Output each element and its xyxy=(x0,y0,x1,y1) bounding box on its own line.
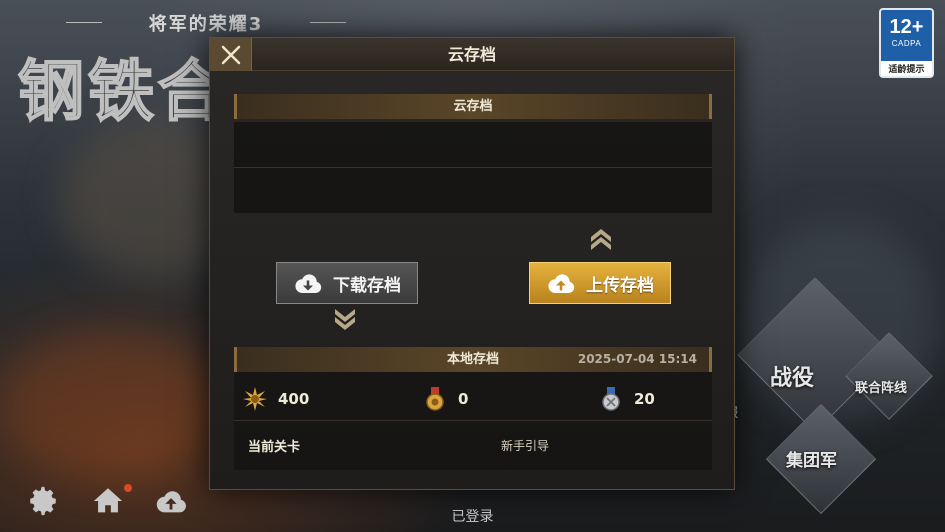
background-fire-glow xyxy=(0,330,220,480)
notification-dot xyxy=(124,484,132,492)
alliance-label: 联合阵线 xyxy=(855,381,908,396)
stats-divider xyxy=(234,420,712,421)
home-icon[interactable] xyxy=(91,484,125,518)
chevron-down-icon xyxy=(335,309,355,330)
local-save-timestamp: 2025-07-04 15:14 xyxy=(577,352,697,366)
silver-medal-icon xyxy=(602,387,620,411)
local-section-header: 本地存档 2025-07-04 15:14 xyxy=(234,347,712,372)
age-rating-org: CADPA xyxy=(891,39,922,48)
merit-stat: 400 xyxy=(242,385,309,413)
age-rating-badge[interactable]: 12+ CADPA 适龄提示 xyxy=(879,8,934,78)
campaign-label: 战役 xyxy=(770,366,815,391)
current-level-value: 新手引导 xyxy=(500,439,549,453)
silver-medal-stat: 20 xyxy=(598,385,655,413)
download-save-button[interactable]: 下载存档 xyxy=(276,262,418,304)
dialog-title: 云存档 xyxy=(210,38,734,71)
current-level-label: 当前关卡 xyxy=(248,440,301,455)
gold-medal-icon xyxy=(426,387,444,411)
cloud-slot-divider xyxy=(234,167,712,168)
cloud-section-header: 云存档 xyxy=(234,94,712,119)
cloud-download-icon xyxy=(295,274,322,294)
game-logo: 钢铁合 xyxy=(17,52,228,131)
cloud-save-slot xyxy=(234,122,712,213)
login-status: 已登录 xyxy=(451,509,494,525)
age-rating-number: 12+ xyxy=(889,16,924,38)
gold-medal-value: 0 xyxy=(458,390,469,408)
gold-medal-stat: 0 xyxy=(422,385,468,413)
upload-save-button[interactable]: 上传存档 xyxy=(529,262,671,304)
cloud-save-dialog: 云存档 云存档 下载存档 上传存档 本地存档 2025-07-04 15:14 … xyxy=(209,37,735,490)
gear-icon[interactable] xyxy=(26,484,60,518)
cloud-upload-icon[interactable] xyxy=(154,484,188,518)
merit-value: 400 xyxy=(278,390,310,408)
close-icon xyxy=(221,45,240,64)
age-rating-tip: 适龄提示 xyxy=(881,61,932,76)
upload-save-label: 上传存档 xyxy=(586,275,654,296)
merit-badge-icon xyxy=(243,387,267,411)
close-button[interactable] xyxy=(210,38,252,71)
chevron-up-icon xyxy=(591,229,611,250)
army-group-label: 集团军 xyxy=(786,451,837,471)
game-subtitle: 将军的荣耀3 xyxy=(66,10,346,36)
silver-medal-value: 20 xyxy=(634,390,655,408)
download-save-label: 下载存档 xyxy=(333,275,401,296)
cloud-upload-icon xyxy=(548,274,575,294)
